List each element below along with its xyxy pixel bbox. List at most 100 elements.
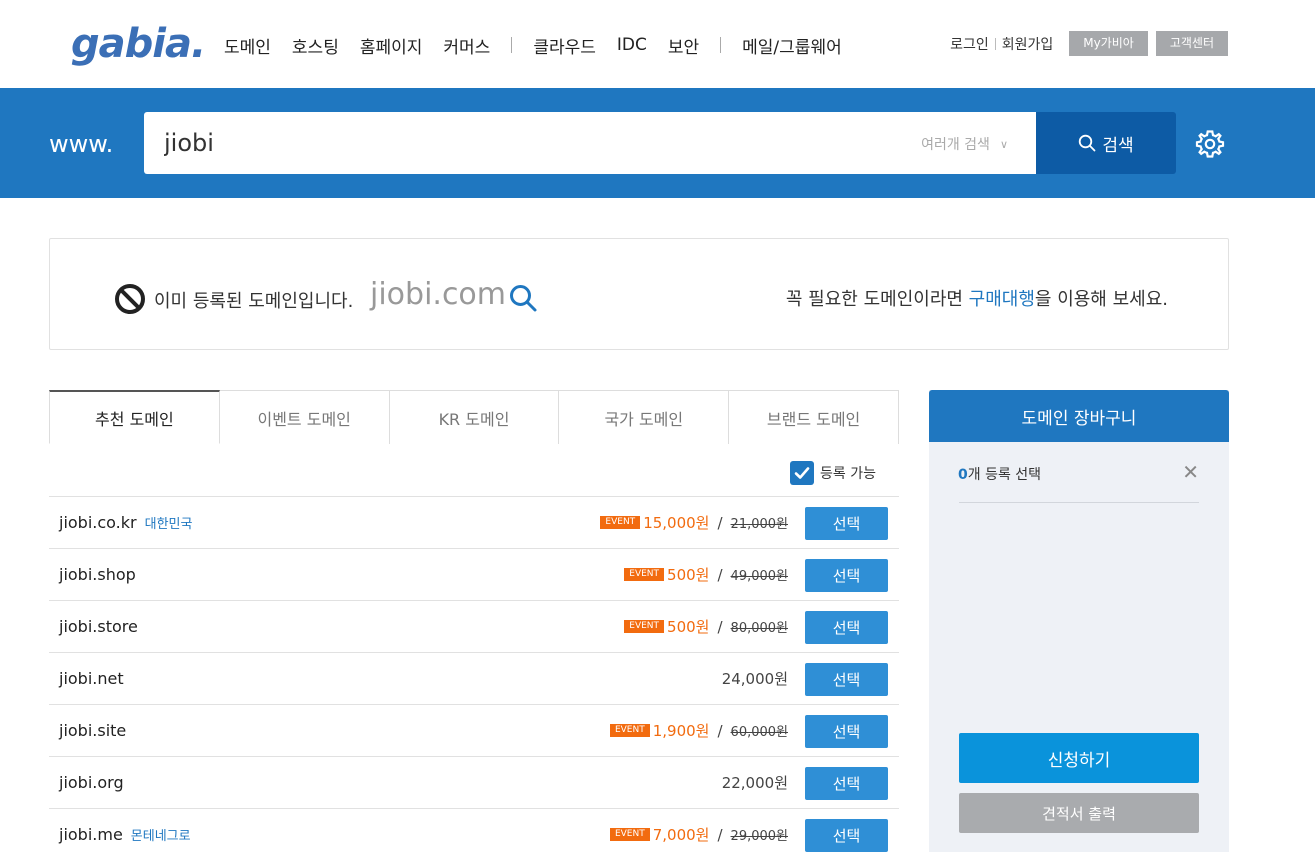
domain-row: jiobi.co.kr 대한민국 EVENT 15,000원 / 21,000원 … — [49, 496, 899, 548]
event-badge: EVENT — [624, 568, 665, 581]
domain-name-cell: jiobi.site — [59, 721, 126, 740]
gabia-logo[interactable]: gabia. — [71, 22, 206, 66]
util-divider — [994, 37, 996, 50]
domain-row: jiobi.store EVENT 500원 / 80,000원 선택 — [49, 600, 899, 652]
price-cell: EVENT 7,000원 / 29,000원 — [609, 824, 788, 845]
available-label: 등록 가능 — [820, 466, 876, 482]
taken-message: 이미 등록된 도메인입니다. — [154, 291, 354, 312]
select-button[interactable]: 선택 — [805, 559, 888, 592]
check-icon — [794, 467, 810, 479]
nav-homepage[interactable]: 홈페이지 — [360, 33, 423, 58]
searched-domain: jiobi.com — [370, 277, 507, 312]
nav-divider — [511, 37, 513, 53]
domain-name-cell: jiobi.shop — [59, 565, 136, 584]
tab-country[interactable]: 국가 도메인 — [559, 390, 730, 444]
price-divider: / — [717, 825, 723, 844]
cart-selection-count: 0개 등록 선택 — [958, 464, 1041, 484]
utility-links: 로그인 회원가입 My가비아 고객센터 — [950, 31, 1228, 56]
domain-name: jiobi.co.kr — [59, 513, 137, 532]
domain-name-cell: jiobi.net — [59, 669, 124, 688]
cart-count-label: 개 등록 선택 — [967, 467, 1042, 483]
regular-price: 22,000원 — [721, 774, 788, 792]
event-badge: EVENT — [609, 828, 650, 841]
close-icon[interactable]: ✕ — [1182, 462, 1199, 482]
price-cell: EVENT 15,000원 / 21,000원 — [600, 512, 788, 533]
original-price: 49,000원 — [730, 569, 788, 584]
domain-name: jiobi.me — [59, 825, 123, 844]
domain-result-list: jiobi.co.kr 대한민국 EVENT 15,000원 / 21,000원 … — [49, 496, 899, 852]
select-button[interactable]: 선택 — [805, 663, 888, 696]
apply-button[interactable]: 신청하기 — [959, 733, 1199, 783]
print-quote-button[interactable]: 견적서 출력 — [959, 793, 1199, 833]
event-badge: EVENT — [609, 724, 650, 737]
search-box: 여러개 검색 ∨ — [144, 112, 1036, 174]
signup-link[interactable]: 회원가입 — [1002, 34, 1054, 54]
original-price: 21,000원 — [730, 517, 788, 532]
select-button[interactable]: 선택 — [805, 767, 888, 800]
domain-name-cell: jiobi.me 몬테네그로 — [59, 825, 191, 844]
search-button[interactable]: 검색 — [1036, 112, 1176, 174]
price-divider: / — [717, 565, 723, 584]
domain-row: jiobi.net 24,000원 선택 — [49, 652, 899, 704]
site-header: gabia. 도메인 호스팅 홈페이지 커머스 클라우드 IDC 보안 메일/그… — [0, 0, 1315, 88]
tab-event[interactable]: 이벤트 도메인 — [219, 390, 390, 444]
domain-name: jiobi.org — [59, 773, 124, 792]
select-button[interactable]: 선택 — [805, 715, 888, 748]
customer-center-button[interactable]: 고객센터 — [1155, 31, 1228, 56]
event-badge: EVENT — [600, 516, 641, 529]
nav-idc[interactable]: IDC — [617, 35, 647, 55]
tip-text-before: 꼭 필요한 도메인이라면 — [785, 289, 969, 310]
nav-security[interactable]: 보안 — [668, 33, 699, 58]
available-filter[interactable]: 등록 가능 — [790, 461, 876, 485]
regular-price: 24,000원 — [721, 670, 788, 688]
select-button[interactable]: 선택 — [805, 507, 888, 540]
www-prefix: www. — [49, 130, 114, 158]
available-checkbox[interactable] — [790, 461, 814, 485]
sale-price: 7,000원 — [652, 826, 710, 844]
price-divider: / — [717, 721, 723, 740]
domain-cart-panel: 도메인 장바구니 0개 등록 선택 ✕ 신청하기 견적서 출력 — [929, 390, 1229, 852]
gear-icon[interactable] — [1194, 128, 1226, 160]
tip-text-after: 을 이용해 보세요. — [1034, 289, 1168, 310]
chevron-down-icon: ∨ — [999, 137, 1008, 151]
domain-search-input[interactable] — [164, 126, 864, 160]
domain-name: jiobi.shop — [59, 565, 136, 584]
login-link[interactable]: 로그인 — [950, 34, 989, 54]
domain-name: jiobi.net — [59, 669, 124, 688]
cart-count-number: 0 — [958, 467, 968, 483]
domain-taken-notice: 이미 등록된 도메인입니다. jiobi.com 꼭 필요한 도메인이라면 구매… — [49, 238, 1229, 350]
domain-row: jiobi.me 몬테네그로 EVENT 7,000원 / 29,000원 선택 — [49, 808, 899, 852]
nav-divider — [720, 37, 722, 53]
nav-domain[interactable]: 도메인 — [224, 33, 271, 58]
original-price: 60,000원 — [730, 725, 788, 740]
tab-kr[interactable]: KR 도메인 — [389, 390, 560, 444]
my-gabia-button[interactable]: My가비아 — [1069, 31, 1148, 56]
sale-price: 15,000원 — [643, 514, 710, 532]
prohibited-icon — [115, 284, 145, 314]
nav-mail-groupware[interactable]: 메일/그룹웨어 — [742, 33, 842, 58]
price-cell: EVENT 500원 / 80,000원 — [624, 616, 788, 637]
tab-recommended[interactable]: 추천 도메인 — [49, 390, 220, 444]
purchase-agency-link[interactable]: 구매대행 — [969, 289, 1035, 310]
select-button[interactable]: 선택 — [805, 819, 888, 852]
price-cell: 22,000원 — [722, 772, 788, 793]
main-nav: 도메인 호스팅 홈페이지 커머스 클라우드 IDC 보안 메일/그룹웨어 — [224, 33, 863, 58]
price-cell: EVENT 1,900원 / 60,000원 — [609, 720, 788, 741]
search-icon[interactable] — [508, 283, 538, 313]
price-cell: 24,000원 — [722, 668, 788, 689]
nav-cloud[interactable]: 클라우드 — [533, 33, 596, 58]
search-button-label: 검색 — [1102, 135, 1134, 156]
price-divider: / — [717, 513, 723, 532]
nav-hosting[interactable]: 호스팅 — [292, 33, 339, 58]
price-cell: EVENT 500원 / 49,000원 — [624, 564, 788, 585]
tab-brand[interactable]: 브랜드 도메인 — [729, 390, 899, 444]
cart-title: 도메인 장바구니 — [929, 390, 1229, 442]
search-icon — [1079, 134, 1096, 152]
purchase-agency-tip: 꼭 필요한 도메인이라면 구매대행을 이용해 보세요. — [786, 285, 1168, 311]
domain-name: jiobi.store — [59, 617, 138, 636]
domain-search-band: www. 여러개 검색 ∨ 검색 — [0, 88, 1315, 198]
nav-commerce[interactable]: 커머스 — [443, 33, 490, 58]
select-button[interactable]: 선택 — [805, 611, 888, 644]
domain-row: jiobi.org 22,000원 선택 — [49, 756, 899, 808]
multi-search-dropdown[interactable]: 여러개 검색 ∨ — [921, 134, 1008, 154]
